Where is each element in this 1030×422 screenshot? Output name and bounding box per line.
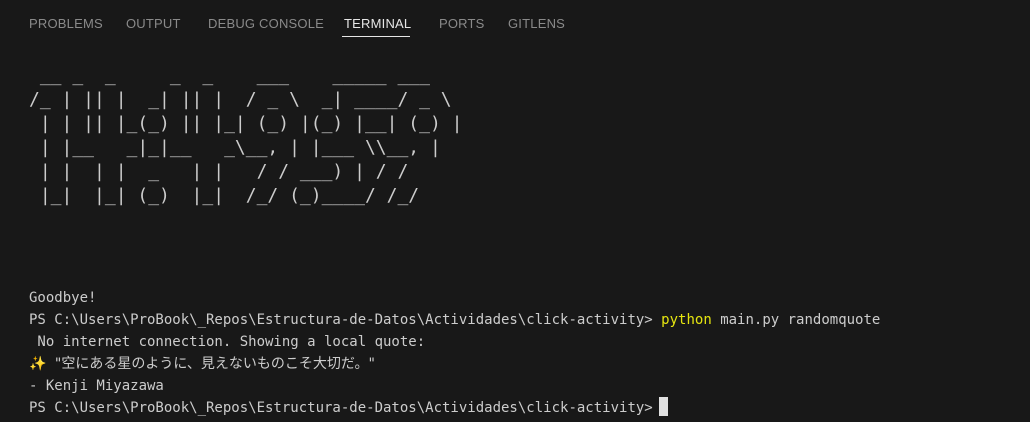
sparkles-icon: ✨ (29, 356, 47, 372)
quote-text: "空にある星のように、見えないものこそ大切だ。" (54, 356, 375, 372)
ascii-banner-line: |_| |_| (_) |_| /_/ (_)____/ /_/ (29, 185, 420, 206)
status-message: No internet connection. Showing a local … (29, 334, 426, 350)
panel-tab-bar: PROBLEMS OUTPUT DEBUG CONSOLE TERMINAL P… (0, 0, 1030, 42)
ascii-banner-line: | | | | _ | | / / ___) | / / (29, 161, 409, 182)
tab-ports[interactable]: PORTS (439, 16, 485, 32)
goodbye-line: Goodbye! (29, 290, 97, 306)
command-line: PS C:\Users\ProBook\_Repos\Estructura-de… (29, 309, 880, 331)
command-args: main.py randomquote (720, 312, 881, 328)
ascii-banner-line: | |__ _|_|__ _\__, | |___ \\__, | (29, 137, 441, 158)
prompt: PS C:\Users\ProBook\_Repos\Estructura-de… (29, 400, 653, 416)
active-tab-indicator (342, 36, 410, 37)
quote-author: - Kenji Miyazawa (29, 378, 164, 394)
terminal-output[interactable]: __ _ _ _ _ ___ _____ ___ /_ | || | _| ||… (0, 42, 1030, 422)
tab-output[interactable]: OUTPUT (126, 16, 181, 32)
tab-debug-console[interactable]: DEBUG CONSOLE (208, 16, 324, 32)
quote-line: ✨ "空にある星のように、見えないものこそ大切だ。" (29, 353, 375, 375)
ascii-banner-line: | | || |_(_) || |_| (_) |(_) |__| (_) | (29, 113, 463, 134)
ascii-banner-line: __ _ _ _ _ ___ _____ ___ (29, 65, 430, 86)
tab-terminal[interactable]: TERMINAL (344, 16, 411, 32)
text-cursor (658, 397, 668, 416)
terminal-panel: ────── ────── ─ ───────────── ───── PROB… (0, 0, 1030, 422)
ascii-banner-line: /_ | || | _| || | / _ \ _| ____/ _ \ (29, 89, 452, 110)
prompt: PS C:\Users\ProBook\_Repos\Estructura-de… (29, 312, 653, 328)
tab-gitlens[interactable]: GITLENS (508, 16, 565, 32)
command-name: python (661, 312, 712, 328)
tab-problems[interactable]: PROBLEMS (29, 16, 103, 32)
final-prompt-line[interactable]: PS C:\Users\ProBook\_Repos\Estructura-de… (29, 397, 668, 419)
